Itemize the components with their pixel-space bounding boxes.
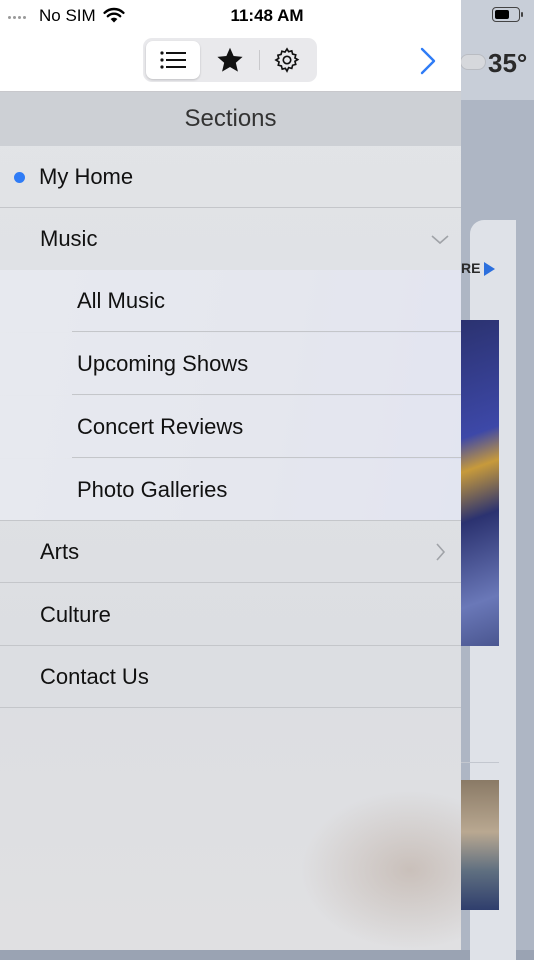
battery-icon [492, 7, 523, 22]
article-image[interactable] [461, 320, 499, 646]
star-icon [217, 47, 243, 72]
play-arrow-icon [484, 262, 495, 276]
forward-button[interactable] [416, 44, 440, 78]
sidebar-subitem-upcoming-shows[interactable]: Upcoming Shows [0, 333, 461, 395]
sidebar-item-label: My Home [39, 164, 134, 189]
segmented-control [143, 38, 317, 82]
sidebar-item-my-home[interactable]: My Home [0, 146, 461, 208]
weather-cloud-icon [460, 54, 486, 70]
sidebar-item-arts[interactable]: Arts [0, 521, 461, 583]
list-icon [160, 51, 186, 69]
sidebar-subitem-photo-galleries[interactable]: Photo Galleries [0, 459, 461, 521]
sidebar-item-label: Upcoming Shows [77, 351, 249, 376]
divider [461, 762, 499, 763]
weather-temperature: 35° [488, 48, 528, 78]
drawer-toolbar [0, 30, 461, 92]
status-time: 11:48 AM [230, 6, 304, 25]
sections-header: Sections [0, 92, 461, 146]
sidebar-item-label: Photo Galleries [77, 477, 228, 502]
article-thumbnail[interactable] [461, 780, 499, 910]
sidebar-subitem-concert-reviews[interactable]: Concert Reviews [0, 396, 461, 458]
sidebar-item-label: Contact Us [40, 664, 149, 689]
sidebar-item-contact-us[interactable]: Contact Us [0, 646, 461, 708]
tab-settings[interactable] [260, 41, 314, 79]
sidebar-item-label: All Music [77, 288, 166, 313]
sidebar-item-music[interactable]: Music [0, 208, 461, 270]
sidebar-item-label: Culture [40, 602, 111, 627]
gear-icon [274, 47, 300, 73]
chevron-right-icon [420, 47, 436, 75]
sidebar-item-label: Concert Reviews [77, 414, 244, 439]
sections-drawer: Sections My Home Music All Music Upcomin… [0, 0, 461, 950]
more-link[interactable]: RE [461, 260, 480, 276]
tab-sections[interactable] [146, 41, 200, 79]
sidebar-item-culture[interactable]: Culture [0, 584, 461, 646]
sidebar-item-label: Music [40, 226, 98, 251]
sidebar-subitem-all-music[interactable]: All Music [0, 270, 461, 332]
tab-favorites[interactable] [203, 41, 257, 79]
chevron-right-icon [436, 543, 446, 561]
current-indicator-dot [14, 172, 25, 183]
chevron-down-icon [431, 235, 449, 245]
sidebar-item-label: Arts [40, 539, 80, 564]
